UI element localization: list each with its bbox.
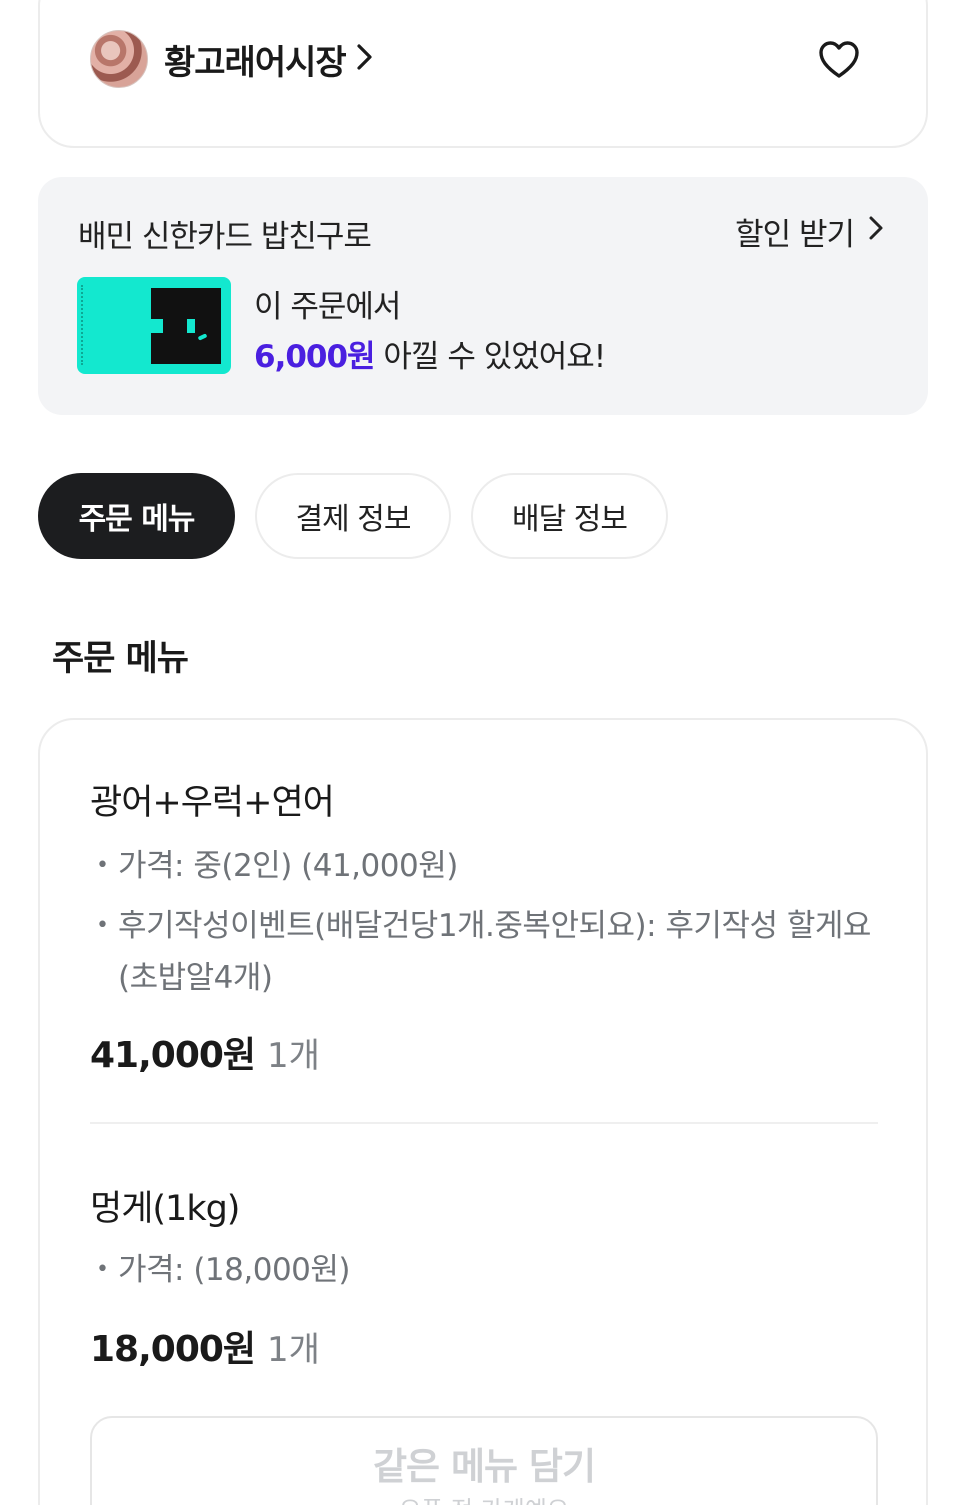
- tab-payment-info[interactable]: 결제 정보: [255, 473, 451, 559]
- menu-item-price: 18,000원: [90, 1329, 256, 1370]
- menu-item-price: 41,000원: [90, 1035, 256, 1076]
- store-name: 황고래어시장: [164, 42, 347, 83]
- tab-delivery-info[interactable]: 배달 정보: [471, 473, 668, 559]
- promo-line-1: 이 주문에서: [254, 289, 401, 325]
- heart-icon[interactable]: [818, 40, 860, 80]
- chevron-right-icon: [356, 42, 374, 76]
- menu-item-option: 가격: 중(2인) (41,000원): [96, 840, 886, 892]
- order-menu-card: 광어+우럭+연어 가격: 중(2인) (41,000원) 후기작성이벤트(배달건…: [38, 718, 928, 1505]
- get-discount-label: 할인 받기: [735, 217, 855, 253]
- store-avatar: [90, 30, 148, 88]
- menu-item-option: 후기작성이벤트(배달건당1개.중복안되요): 후기작성 할게요(초밥알4개): [96, 900, 886, 1004]
- menu-item-name: 멍게(1kg): [90, 1189, 240, 1229]
- add-same-menu-label: 같은 메뉴 담기: [372, 1445, 596, 1488]
- menu-item-option: 가격: (18,000원): [96, 1244, 886, 1296]
- menu-item-price-row: 18,000원 1개: [90, 1320, 320, 1372]
- menu-item-price-row: 41,000원 1개: [90, 1026, 320, 1078]
- promo-title: 배민 신한카드 밥친구로: [78, 219, 372, 255]
- promo-line-2: 6,000원 아낄 수 있었어요!: [254, 331, 606, 376]
- credit-card-image: [77, 277, 231, 374]
- menu-item-qty: 1개: [267, 1330, 320, 1370]
- card-promo-banner[interactable]: 배민 신한카드 밥친구로 할인 받기 이 주문에서 6,000원 아낄 수 있었…: [38, 177, 928, 415]
- add-same-menu-button[interactable]: 같은 메뉴 담기 오픈 전 가게예요: [90, 1416, 878, 1505]
- promo-amount: 6,000원: [254, 339, 376, 375]
- tab-order-menu[interactable]: 주문 메뉴: [38, 473, 235, 559]
- add-same-menu-sub: 오픈 전 가게예요: [92, 1490, 876, 1505]
- divider: [90, 1122, 878, 1124]
- chevron-right-icon: [868, 214, 884, 250]
- menu-item-qty: 1개: [267, 1036, 320, 1076]
- section-title: 주문 메뉴: [52, 639, 189, 679]
- menu-item-name: 광어+우럭+연어: [90, 783, 335, 823]
- promo-line-2-suffix: 아낄 수 있었어요!: [374, 339, 606, 375]
- store-link[interactable]: 황고래어시장: [90, 30, 374, 88]
- store-card: 황고래어시장: [38, 0, 928, 148]
- get-discount-link[interactable]: 할인 받기: [735, 209, 884, 254]
